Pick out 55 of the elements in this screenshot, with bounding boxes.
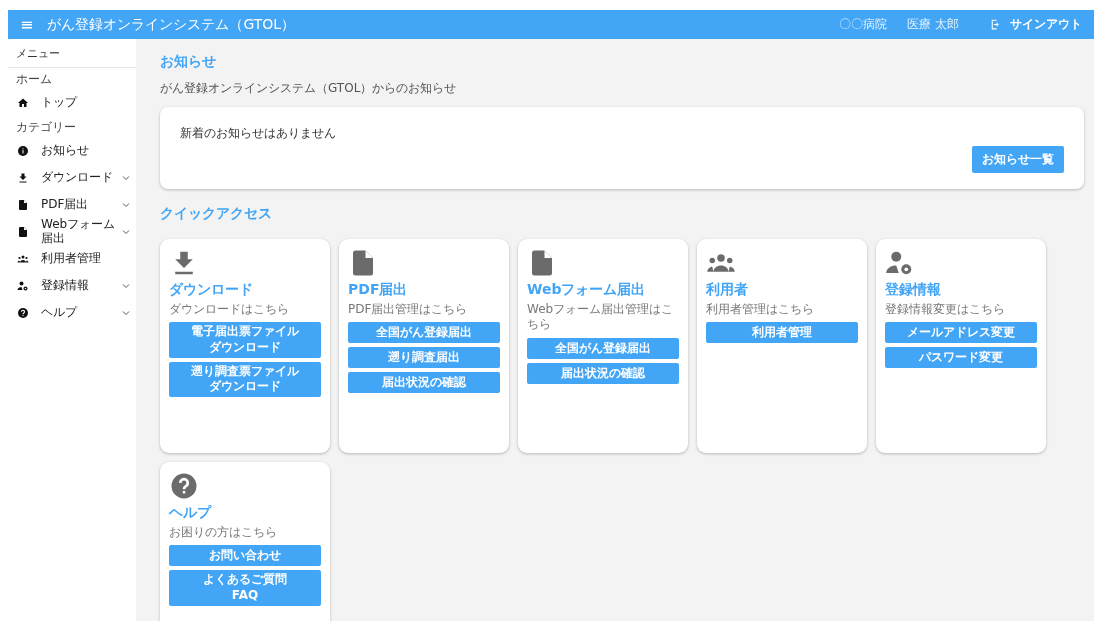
action-button[interactable]: 電子届出票ファイルダウンロード	[169, 322, 321, 358]
action-button[interactable]: 届出状況の確認	[348, 372, 500, 394]
menu-icon[interactable]: ≡	[20, 15, 34, 34]
action-button[interactable]: 届出状況の確認	[527, 363, 679, 384]
action-button[interactable]: 利用者管理	[706, 322, 858, 344]
home-icon	[17, 96, 29, 109]
person-gear-icon	[17, 280, 29, 293]
action-button[interactable]: 遡り調査票ファイルダウンロード	[169, 361, 321, 397]
action-button[interactable]: お問い合わせ	[169, 545, 321, 567]
section-heading: お知らせ	[160, 53, 217, 71]
card-title: ヘルプ	[169, 504, 213, 521]
card-title: PDF届出	[348, 281, 409, 298]
app-title: がん登録オンラインシステム（GTOL）	[47, 15, 296, 34]
sidebar-item[interactable]: Webフォーム届出	[8, 218, 136, 246]
section-heading: クイックアクセス	[160, 205, 273, 223]
signout-button[interactable]: サインアウト	[989, 16, 1082, 33]
card-description: ダウンロードはこちら	[169, 301, 290, 318]
sidebar-item[interactable]: PDF届出	[8, 191, 136, 218]
sidebar-item[interactable]: お知らせ	[8, 137, 136, 164]
card-title: 利用者	[706, 281, 749, 298]
section-label: ホーム	[15, 71, 53, 88]
card-title: 登録情報	[885, 281, 942, 298]
card-title: Webフォーム届出	[527, 281, 647, 298]
sidebar-item[interactable]: トップ	[8, 89, 136, 116]
hospital-name: 〇〇病院	[839, 16, 888, 33]
sidebar-item[interactable]: ヘルプ	[8, 299, 136, 327]
help-icon	[17, 307, 29, 320]
notice-list-button[interactable]: お知らせ一覧	[972, 146, 1064, 173]
notice-message: 新着のお知らせはありません	[180, 125, 337, 142]
section-label: カテゴリー	[15, 119, 77, 136]
action-button[interactable]: メールアドレス変更	[885, 322, 1037, 344]
document-icon	[17, 225, 29, 238]
card-title: ダウンロード	[169, 281, 254, 298]
card-description: PDF届出管理はこちら	[348, 301, 469, 318]
signout-icon	[989, 18, 1002, 31]
download-icon	[17, 171, 29, 184]
action-button[interactable]: パスワード変更	[885, 347, 1037, 369]
action-button[interactable]: 全国がん登録届出	[348, 322, 500, 344]
action-button[interactable]: 全国がん登録届出	[527, 338, 679, 359]
sidebar-item[interactable]: 登録情報	[8, 272, 136, 300]
card-description: 利用者管理はこちら	[706, 301, 815, 318]
user-name: 医療 太郎	[907, 16, 959, 33]
card-description: お困りの方はこちら	[169, 524, 278, 541]
help-icon	[169, 471, 199, 501]
people-icon	[17, 253, 29, 266]
card-description: Webフォーム届出管理はこちら	[527, 301, 675, 333]
sidebar-item[interactable]: ダウンロード	[8, 164, 136, 191]
sidebar-item[interactable]: 利用者管理	[8, 245, 136, 273]
info-icon	[17, 144, 29, 157]
sidebar-title: メニュー	[8, 39, 136, 68]
document-icon	[17, 198, 29, 211]
action-button[interactable]: 遡り調査届出	[348, 347, 500, 369]
action-button[interactable]: よくあるご質問FAQ	[169, 570, 321, 606]
section-subtitle: がん登録オンラインシステム（GTOL）からのお知らせ	[160, 80, 458, 97]
card-description: 登録情報変更はこちら	[885, 301, 1006, 318]
